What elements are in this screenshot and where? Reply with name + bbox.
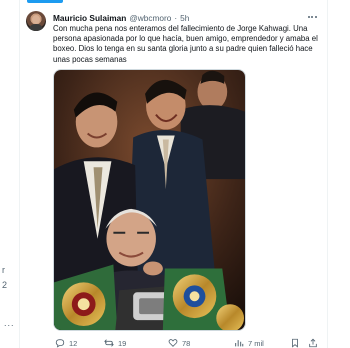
tweet-text: Con mucha pena nos enteramos del falleci…	[53, 24, 318, 64]
share-button[interactable]	[308, 337, 318, 348]
bookmark-icon	[292, 338, 298, 348]
left-gutter: r 2 ...	[0, 0, 20, 348]
views-button[interactable]: 7 mil	[234, 337, 264, 348]
active-tab-indicator	[27, 0, 63, 3]
tweet-actions: 12 19 78 7 mil	[53, 337, 321, 348]
separator-dot: ·	[174, 13, 178, 23]
more-horizontal-icon[interactable]	[304, 12, 320, 22]
gutter-mark: r	[2, 265, 5, 275]
reply-icon	[55, 339, 65, 348]
share-icon	[309, 338, 317, 348]
reply-count: 12	[69, 338, 78, 348]
tweet-photo[interactable]	[53, 69, 246, 331]
avatar-body	[29, 24, 43, 31]
bookmark-button[interactable]	[290, 337, 300, 348]
gutter-mark: ...	[4, 318, 15, 328]
tweet-time[interactable]: 5h	[180, 13, 189, 23]
like-button[interactable]: 78	[168, 337, 190, 348]
page-frame: r 2 ... Mauricio Sulaiman @wbcmoro · 5h …	[0, 0, 350, 348]
right-gutter	[327, 0, 350, 348]
group-photo-with-championship-belts-icon	[54, 70, 245, 330]
views-icon	[235, 340, 244, 347]
gutter-mark: 2	[2, 280, 8, 290]
tweet-header: Mauricio Sulaiman @wbcmoro · 5h	[53, 11, 189, 25]
repost-button[interactable]: 19	[104, 337, 126, 348]
heart-icon	[168, 339, 178, 347]
avatar[interactable]	[26, 11, 46, 31]
like-count: 78	[182, 338, 191, 348]
repost-icon	[104, 339, 114, 347]
repost-count: 19	[118, 338, 127, 348]
author-display-name[interactable]: Mauricio Sulaiman	[53, 13, 126, 23]
avatar-face	[32, 15, 40, 24]
tweet[interactable]: Mauricio Sulaiman @wbcmoro · 5h Con much…	[22, 6, 326, 348]
author-handle[interactable]: @wbcmoro	[129, 13, 171, 23]
views-count: 7 mil	[248, 338, 264, 348]
reply-button[interactable]: 12	[55, 337, 77, 348]
